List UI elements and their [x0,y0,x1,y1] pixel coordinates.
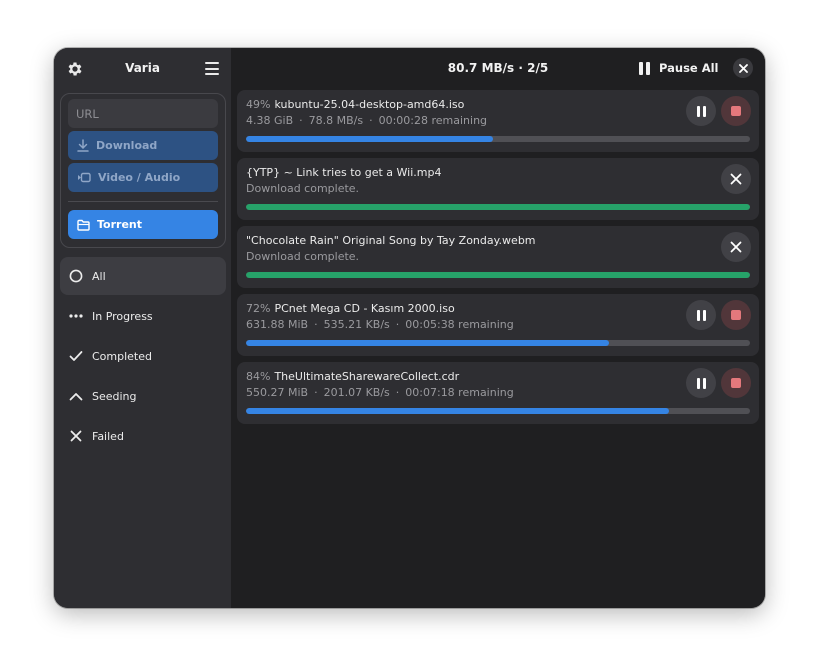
sidebar: Varia Download Video / Audio [54,48,231,608]
download-title-line: 72% PCnet Mega CD - Kasım 2000.iso [246,302,455,315]
remove-button[interactable] [721,232,751,262]
download-speed: 201.07 KB/s [323,386,390,399]
pause-icon [695,309,707,321]
download-speed: 78.8 MB/s [308,114,364,127]
remove-button[interactable] [721,164,751,194]
download-size: 4.38 GiB [246,114,294,127]
add-download-panel: Download Video / Audio Torrent [60,93,226,248]
download-size: 631.88 MiB [246,318,309,331]
progress-bar [246,340,750,346]
stop-icon [731,378,741,388]
download-item: 72% PCnet Mega CD - Kasım 2000.iso 631.88… [237,294,759,356]
download-remaining: 00:00:28 remaining [378,114,488,127]
download-size: 550.27 MiB [246,386,309,399]
progress-bar [246,272,750,278]
hamburger-menu-icon[interactable] [205,62,219,75]
filter-in-progress[interactable]: In Progress [60,297,226,335]
dots-icon [68,308,84,324]
filter-failed[interactable]: Failed [60,417,226,455]
download-title-line: 49% kubuntu-25.04-desktop-amd64.iso [246,98,464,111]
download-button-label: Download [96,139,158,152]
download-item: 84% TheUltimateSharewareCollect.cdr 550.2… [237,362,759,424]
progress-fill [246,136,493,142]
filter-list: All In Progress Completed Seeding Failed [60,257,226,457]
progress-fill [246,272,750,278]
stop-icon [731,310,741,320]
x-icon [68,428,84,444]
filter-label: In Progress [92,309,153,323]
download-details: 631.88 MiB · 535.21 KB/s · 00:05:38 remainin… [246,318,514,331]
filter-label: Seeding [92,389,137,403]
filter-label: All [92,269,106,283]
stop-button[interactable] [721,300,751,330]
video-audio-button[interactable]: Video / Audio [68,163,218,192]
video-camera-icon [78,172,91,183]
download-filename: "Chocolate Rain" Original Song by Tay Zo… [246,234,536,247]
check-icon [68,348,84,364]
filter-completed[interactable]: Completed [60,337,226,375]
download-title-line: 84% TheUltimateSharewareCollect.cdr [246,370,459,383]
filter-label: Completed [92,349,152,363]
progress-bar [246,136,750,142]
download-status: Download complete. [246,182,360,195]
download-remaining: 00:05:38 remaining [405,318,514,331]
pause-icon [695,377,707,389]
main-panel: 80.7 MB/s · 2/5 Pause All 49% kubuntu-25.… [231,48,765,608]
pause-icon [695,105,707,117]
download-percent: 72% [246,302,271,315]
download-item: "Chocolate Rain" Original Song by Tay Zo… [237,226,759,288]
main-header: 80.7 MB/s · 2/5 Pause All [231,48,765,90]
download-list: 49% kubuntu-25.04-desktop-amd64.iso 4.38 … [237,90,759,430]
stop-button[interactable] [721,96,751,126]
download-button[interactable]: Download [68,131,218,160]
video-audio-button-label: Video / Audio [98,171,181,184]
download-icon [77,139,89,152]
download-speed: 535.21 KB/s [323,318,390,331]
folder-icon [77,219,90,231]
progress-fill [246,340,609,346]
download-percent: 49% [246,98,271,111]
pause-icon [639,61,653,75]
progress-bar [246,408,750,414]
chevron-up-icon [68,388,84,404]
pause-button[interactable] [686,300,716,330]
filter-all[interactable]: All [60,257,226,295]
sidebar-header: Varia [54,48,231,90]
stop-button[interactable] [721,368,751,398]
close-icon [738,63,748,73]
close-icon [730,173,742,185]
download-item: 49% kubuntu-25.04-desktop-amd64.iso 4.38 … [237,90,759,152]
download-details: 4.38 GiB · 78.8 MB/s · 00:00:28 remaining [246,114,488,127]
download-filename: kubuntu-25.04-desktop-amd64.iso [274,98,465,111]
app-window: Varia Download Video / Audio [54,48,765,608]
download-item: {YTP} ~ Link tries to get a Wii.mp4 Down… [237,158,759,220]
pause-button[interactable] [686,368,716,398]
close-icon [730,241,742,253]
stop-icon [731,106,741,116]
progress-fill [246,204,750,210]
progress-fill [246,408,670,414]
url-input[interactable] [68,99,218,128]
download-remaining: 00:07:18 remaining [405,386,514,399]
download-title-line: {YTP} ~ Link tries to get a Wii.mp4 [246,166,441,179]
pause-all-label: Pause All [659,61,719,75]
download-filename: {YTP} ~ Link tries to get a Wii.mp4 [246,166,442,179]
torrent-button-label: Torrent [97,218,142,231]
download-status: Download complete. [246,250,360,263]
download-filename: PCnet Mega CD - Kasım 2000.iso [274,302,455,315]
download-details: 550.27 MiB · 201.07 KB/s · 00:07:18 remainin… [246,386,514,399]
circle-icon [68,268,84,284]
pause-button[interactable] [686,96,716,126]
download-title-line: "Chocolate Rain" Original Song by Tay Zo… [246,234,536,247]
close-window-button[interactable] [733,58,753,78]
download-percent: 84% [246,370,271,383]
filter-seeding[interactable]: Seeding [60,377,226,415]
progress-bar [246,204,750,210]
torrent-button[interactable]: Torrent [68,210,218,239]
separator [68,201,218,202]
download-filename: TheUltimateSharewareCollect.cdr [274,370,460,383]
filter-label: Failed [92,429,124,443]
pause-all-button[interactable]: Pause All [639,61,719,75]
